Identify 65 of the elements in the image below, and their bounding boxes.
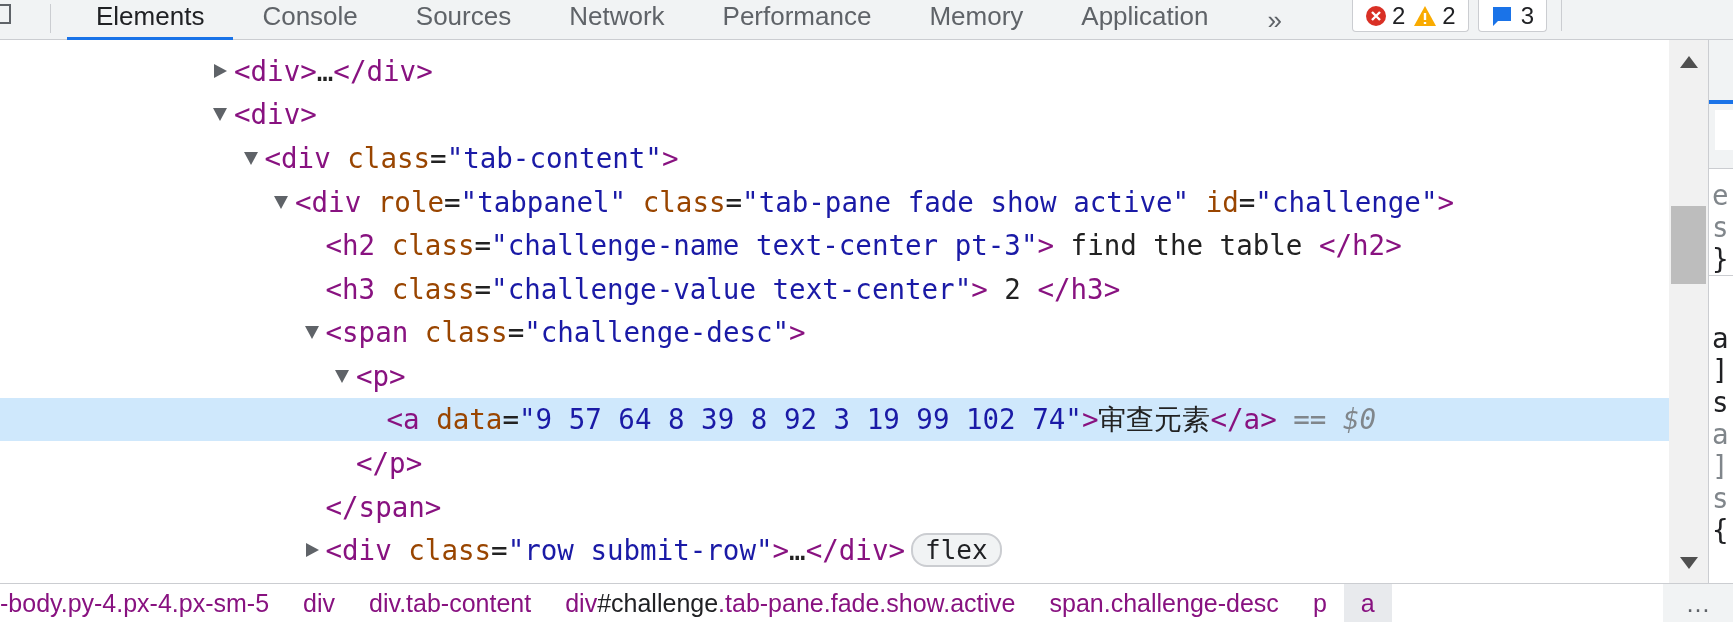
- scroll-down-icon[interactable]: [1680, 557, 1698, 569]
- panel-tab[interactable]: Application: [1052, 0, 1238, 40]
- html-line: <a data="9 57 64 8 39 8 92 3 19 99 102 74">审查元素</a> == $0: [386, 401, 1377, 437]
- html-line: <h2 class="challenge-name text-center pt-3"> find the table </h2>: [325, 229, 1402, 262]
- html-line: <div>…</div>: [234, 54, 433, 87]
- style-text: ]: [1712, 450, 1730, 482]
- html-line: <div class="row submit-row">…</div>: [325, 534, 905, 567]
- style-text: s: [1712, 211, 1730, 243]
- html-line: <span class="challenge-desc">: [325, 316, 806, 349]
- collapsed-triangle-icon[interactable]: [212, 62, 228, 79]
- more-tabs-button[interactable]: »: [1237, 0, 1312, 39]
- tree-row[interactable]: <div role="tabpanel" class="tab-pane fade show active" id="challenge">: [0, 179, 1669, 224]
- tree-row[interactable]: <div>…</div>: [0, 49, 1669, 93]
- device-icon[interactable]: [0, 2, 12, 26]
- scroll-up-icon[interactable]: [1680, 56, 1698, 68]
- breadcrumb[interactable]: span.challenge-desc: [1032, 584, 1296, 622]
- expanded-triangle-icon[interactable]: [242, 150, 259, 166]
- expanded-triangle-icon[interactable]: [273, 193, 289, 210]
- panel-tab[interactable]: Memory: [900, 0, 1053, 40]
- tree-row[interactable]: <p>: [0, 354, 1669, 398]
- scrollbar-thumb[interactable]: [1671, 206, 1706, 284]
- style-text: }: [1712, 243, 1730, 275]
- error-icon: [1364, 4, 1387, 27]
- html-line: <h3 class="challenge-value text-center"> 2 </h3>: [325, 272, 1121, 305]
- issues-counter[interactable]: 2 2: [1351, 0, 1469, 32]
- style-text: s: [1712, 482, 1730, 514]
- flex-badge[interactable]: flex: [911, 533, 1002, 568]
- breadcrumb[interactable]: div: [286, 584, 353, 622]
- style-text: e: [1712, 179, 1730, 211]
- breadcrumb[interactable]: -body.py-4.px-4.px-sm-5: [0, 584, 287, 622]
- breadcrumb[interactable]: div#challenge.tab-pane.fade.show.active: [548, 584, 1033, 622]
- tree-row[interactable]: <div class="row submit-row">…</div> flex: [0, 528, 1669, 573]
- breadcrumb[interactable]: p: [1295, 584, 1344, 622]
- tree-row[interactable]: <h3 class="challenge-value text-center"> 2 </h3>: [0, 266, 1669, 311]
- tree-row[interactable]: <span class="challenge-desc">: [0, 310, 1669, 355]
- panel-tab[interactable]: Network: [540, 0, 694, 40]
- expanded-triangle-icon[interactable]: [334, 367, 350, 384]
- message-icon: [1490, 4, 1513, 27]
- html-line: <p>: [356, 359, 406, 392]
- panel-tab[interactable]: Sources: [386, 0, 541, 40]
- tree-row[interactable]: <div>: [0, 92, 1669, 137]
- style-text: ]: [1712, 354, 1730, 386]
- panel-tab[interactable]: Console: [233, 0, 387, 40]
- html-line: <div>: [234, 98, 317, 131]
- html-line: <div role="tabpanel" class="tab-pane fade show active" id="challenge">: [295, 185, 1455, 218]
- html-line: </p>: [356, 447, 423, 480]
- messages-counter[interactable]: 3: [1477, 0, 1548, 32]
- breadcrumb[interactable]: a: [1343, 584, 1392, 622]
- html-line: </span>: [325, 490, 442, 523]
- html-line: <div class="tab-content">: [264, 142, 679, 174]
- style-text: a: [1712, 322, 1730, 354]
- expanded-triangle-icon[interactable]: [212, 106, 228, 123]
- style-text: {: [1712, 514, 1730, 546]
- expanded-triangle-icon[interactable]: [303, 324, 320, 341]
- collapsed-triangle-icon[interactable]: [303, 542, 320, 559]
- tree-row[interactable]: <div class="tab-content">: [0, 136, 1669, 180]
- breadcrumb[interactable]: div.tab-content: [352, 584, 549, 622]
- tree-row[interactable]: <h2 class="challenge-name text-center pt-3"> find the table </h2>: [0, 223, 1669, 267]
- panel-tab[interactable]: Elements: [67, 0, 234, 40]
- warning-icon: [1413, 4, 1438, 27]
- selected-row[interactable]: <a data="9 57 64 8 39 8 92 3 19 99 102 74">审查元素</a> == $0: [0, 397, 1669, 442]
- style-text: a: [1712, 418, 1730, 450]
- overflow-button[interactable]: …: [1663, 584, 1733, 622]
- panel-tab[interactable]: Performance: [693, 0, 901, 40]
- style-text: s: [1712, 386, 1730, 418]
